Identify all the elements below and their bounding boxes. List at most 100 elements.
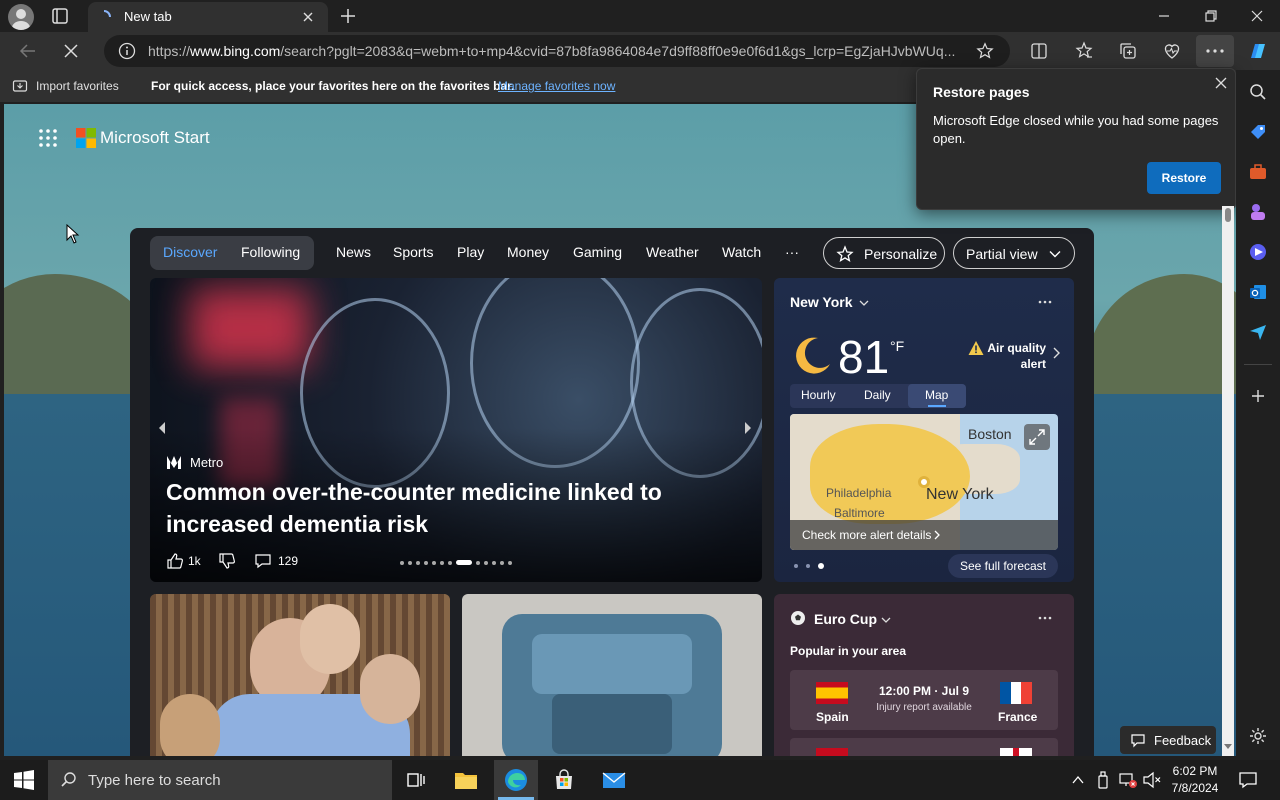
taskbar-time[interactable]: 6:02 PM (1170, 764, 1220, 778)
close-tab-icon[interactable] (300, 9, 316, 25)
carousel-dot[interactable] (500, 561, 504, 565)
pager-dot[interactable] (806, 564, 810, 568)
tab-play[interactable]: Play (457, 244, 484, 260)
chevron-down-icon[interactable] (880, 614, 892, 626)
carousel-dot[interactable] (424, 561, 428, 565)
file-explorer-icon[interactable] (446, 764, 486, 796)
taskbar-search-box[interactable]: Type here to search (48, 760, 392, 800)
partial-view-dropdown[interactable]: Partial view (953, 237, 1075, 269)
personalize-button[interactable]: Personalize (823, 237, 945, 269)
carousel-dot[interactable] (508, 561, 512, 565)
thumbs-up-icon[interactable] (166, 552, 184, 570)
windows-start-icon[interactable] (14, 770, 34, 790)
add-icon[interactable] (1248, 386, 1268, 406)
copilot-designer-icon[interactable] (1248, 242, 1268, 262)
tab-daily[interactable]: Daily (864, 388, 891, 402)
match-row[interactable] (790, 738, 1058, 756)
carousel-dot-active[interactable] (456, 560, 472, 565)
pager-dot-active[interactable] (818, 563, 824, 569)
shopping-tag-icon[interactable] (1248, 122, 1268, 142)
usb-device-icon[interactable] (1095, 771, 1111, 789)
taskbar-date[interactable]: 7/8/2024 (1170, 781, 1220, 795)
favorite-star-icon[interactable] (976, 42, 994, 60)
weather-map[interactable]: Boston Philadelphia Baltimore New York C… (790, 414, 1058, 550)
more-tabs-button[interactable]: ··· (785, 244, 799, 260)
weather-unit[interactable]: °F (890, 338, 904, 354)
import-favorites-button[interactable]: Import favorites (36, 79, 119, 93)
carousel-dot[interactable] (476, 561, 480, 565)
browser-essentials-icon[interactable] (1161, 40, 1183, 62)
tab-map[interactable]: Map (925, 388, 948, 402)
send-icon[interactable] (1248, 322, 1268, 342)
tab-gaming[interactable]: Gaming (573, 244, 622, 260)
tools-briefcase-icon[interactable] (1248, 162, 1268, 182)
carousel-dot[interactable] (448, 561, 452, 565)
see-full-forecast-button[interactable]: See full forecast (948, 554, 1058, 578)
new-tab-icon[interactable] (338, 6, 358, 26)
notifications-icon[interactable] (1238, 770, 1258, 790)
article-headline[interactable]: Common over-the-counter medicine linked … (166, 476, 726, 540)
comment-icon[interactable] (254, 552, 272, 570)
microsoft-start-brand[interactable]: Microsoft Start (100, 128, 210, 148)
address-bar[interactable]: https://www.bing.com/search?pglt=2083&q=… (104, 35, 1010, 67)
pager-dot[interactable] (794, 564, 798, 568)
more-options-icon[interactable] (1036, 612, 1054, 624)
carousel-dot[interactable] (416, 561, 420, 565)
volume-muted-icon[interactable] (1142, 771, 1162, 789)
restore-window-icon[interactable] (1198, 4, 1222, 28)
close-window-icon[interactable] (1245, 4, 1269, 28)
profile-avatar[interactable] (8, 4, 34, 30)
carousel-next-icon[interactable] (740, 418, 756, 438)
manage-favorites-link[interactable]: Manage favorites now (498, 79, 615, 93)
gear-icon[interactable] (1248, 726, 1268, 746)
tab-actions-icon[interactable] (48, 6, 72, 26)
feedback-button[interactable]: Feedback (1120, 726, 1216, 754)
tab-weather[interactable]: Weather (646, 244, 699, 260)
taskbar-active-app[interactable] (494, 760, 538, 800)
favorites-icon[interactable] (1073, 40, 1095, 62)
carousel-dot[interactable] (400, 561, 404, 565)
euro-cup-title[interactable]: Euro Cup (814, 611, 877, 627)
search-icon[interactable] (1248, 82, 1268, 102)
thumbs-down-icon[interactable] (218, 552, 236, 570)
tab-following[interactable]: Following (241, 244, 300, 260)
map-alert-footer[interactable]: Check more alert details (790, 520, 1058, 550)
carousel-dot[interactable] (408, 561, 412, 565)
scrollbar-thumb[interactable] (1225, 208, 1231, 222)
network-disconnected-icon[interactable] (1118, 771, 1138, 789)
carousel-prev-icon[interactable] (154, 418, 170, 438)
task-view-icon[interactable] (396, 764, 436, 796)
tab-hourly[interactable]: Hourly (801, 388, 836, 402)
minimize-icon[interactable] (1152, 4, 1176, 28)
microsoft-store-icon[interactable] (544, 764, 584, 796)
air-quality-alert[interactable]: Air quality alert (974, 340, 1046, 372)
carousel-dot[interactable] (492, 561, 496, 565)
split-screen-icon[interactable] (1028, 40, 1050, 62)
page-scrollbar[interactable] (1222, 206, 1234, 756)
back-arrow-icon[interactable] (17, 40, 39, 62)
settings-and-more-button[interactable] (1196, 35, 1234, 67)
mail-icon[interactable] (594, 764, 634, 796)
more-options-icon[interactable] (1036, 296, 1054, 308)
carousel-dot[interactable] (440, 561, 444, 565)
tab-watch[interactable]: Watch (722, 244, 761, 260)
hero-article-card[interactable]: Metro Common over-the-counter medicine l… (150, 278, 762, 582)
weather-location[interactable]: New York (790, 294, 853, 310)
chevron-down-icon[interactable] (858, 297, 870, 309)
tab-discover[interactable]: Discover (163, 244, 217, 260)
stop-loading-icon[interactable] (60, 40, 82, 62)
article-card-image[interactable] (150, 594, 450, 756)
tab-news[interactable]: News (336, 244, 371, 260)
match-row[interactable]: Spain 12:00 PM · Jul 9 Injury report ava… (790, 670, 1058, 730)
copilot-icon[interactable] (1246, 39, 1270, 63)
browser-tab[interactable]: New tab (88, 2, 328, 32)
info-icon[interactable] (118, 42, 136, 60)
restore-button[interactable]: Restore (1147, 162, 1221, 194)
close-icon[interactable] (1213, 75, 1229, 91)
collections-icon[interactable] (1117, 40, 1139, 62)
carousel-dot[interactable] (484, 561, 488, 565)
tab-money[interactable]: Money (507, 244, 549, 260)
expand-map-icon[interactable] (1024, 424, 1050, 450)
chevron-right-icon[interactable] (1050, 346, 1062, 360)
tab-sports[interactable]: Sports (393, 244, 433, 260)
